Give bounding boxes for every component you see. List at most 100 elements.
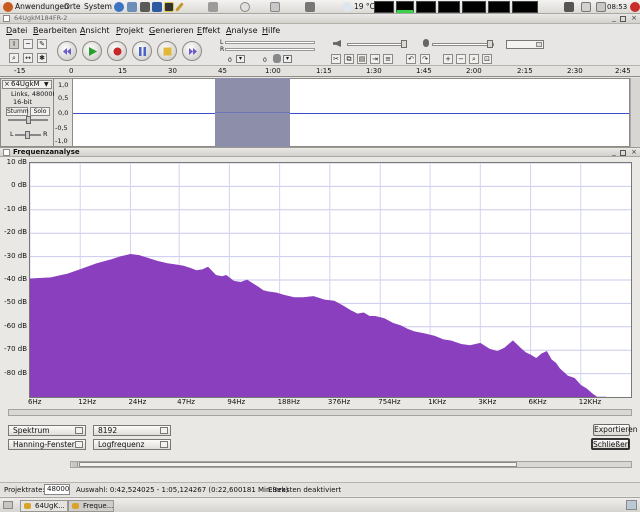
gain-thumb[interactable] [26,116,31,124]
minimize-icon[interactable]: _ [610,15,618,23]
volume-icon[interactable] [581,2,591,12]
monitor-icon[interactable] [305,2,315,12]
zoom-fit-icon[interactable]: ⊡ [482,54,492,64]
export-button[interactable]: Exportieren [593,424,638,436]
mail-icon[interactable] [127,2,137,12]
close-icon[interactable]: × [630,15,638,23]
screen-icon[interactable] [152,2,162,12]
zoom-out-icon[interactable]: − [456,54,466,64]
paste-icon[interactable]: ▤ [357,54,367,64]
trash-icon[interactable] [626,500,637,510]
pause-button[interactable] [132,41,152,61]
zoom-tool-icon[interactable]: ⌕ [9,53,19,63]
show-desktop-icon[interactable] [3,501,13,509]
folder-icon[interactable] [270,2,280,12]
weather-icon [342,2,352,12]
zoom-selection-icon[interactable]: ⌕ [469,54,479,64]
copy-icon[interactable]: ⧉ [344,54,354,64]
selection-tool-icon[interactable]: I [9,39,19,49]
track-hscrollbar[interactable] [70,461,632,468]
size-select[interactable]: 8192 [93,425,171,436]
menu-bearbeiten[interactable]: Bearbeiten [33,25,77,37]
play-button[interactable] [82,41,102,61]
temperature-label: 19 °C [354,2,375,11]
solo-button[interactable]: Solo [30,107,50,116]
input-volume-thumb[interactable] [487,40,493,48]
record-button[interactable] [107,41,127,61]
close-button[interactable]: Schließen [591,438,630,450]
output-volume-slider[interactable] [347,43,407,46]
menu-system[interactable]: System [84,1,112,13]
menu-generieren[interactable]: Generieren [149,25,194,37]
dialog-close-icon[interactable]: × [630,149,638,157]
output-volume-thumb[interactable] [401,40,407,48]
size-value: 8192 [98,426,118,435]
skip-end-icon [189,48,197,55]
hscroll-left-icon[interactable] [72,462,78,467]
active-app-icon[interactable] [164,2,174,12]
menu-effekt[interactable]: Effekt [197,25,220,37]
play-icon [89,47,97,56]
maximize-icon[interactable] [620,16,626,22]
draw-tool-icon[interactable]: ✎ [37,39,47,49]
input-source-select[interactable] [506,40,544,49]
update-icon[interactable] [596,2,606,12]
track-selection[interactable] [215,78,290,147]
gnome-foot-icon[interactable] [3,2,13,12]
track-waveform[interactable] [72,78,630,147]
dialog-maximize-icon[interactable] [620,150,626,156]
envelope-tool-icon[interactable]: ~ [23,39,33,49]
timeshift-tool-icon[interactable]: ↔ [23,53,33,63]
multi-tool-icon[interactable]: ✱ [37,53,47,63]
selection-status: Auswahl: 0:42,524025 - 1:05,124267 (0:22… [76,486,289,494]
output-meter-dropdown-icon[interactable]: ▾ [236,55,245,63]
trim-icon[interactable]: ⇥ [370,54,380,64]
network-icon[interactable] [564,2,574,12]
taskbar-item-freq[interactable]: Freque... [68,500,114,512]
editor-icon[interactable] [208,2,218,12]
axis-select[interactable]: Logfrequenz [93,439,171,450]
undo-icon[interactable]: ↶ [406,54,416,64]
power-icon[interactable] [630,2,640,12]
timeline-ruler[interactable]: -15 0 15 30 45 1:00 1:15 1:30 1:45 2:00 … [0,65,640,77]
dialog-minimize-icon[interactable]: _ [610,149,618,157]
algorithm-value: Spektrum [13,426,50,435]
menu-analyse[interactable]: Analyse [226,25,258,37]
zoom-in-icon[interactable]: + [443,54,453,64]
menu-hilfe[interactable]: Hilfe [262,25,280,37]
dialog-menu-icon[interactable] [3,149,10,156]
taskbar-item-audacity[interactable]: 64UgK... [20,500,68,512]
tool-icon[interactable] [175,2,184,12]
input-volume-slider[interactable] [432,43,494,46]
project-rate-input[interactable]: 48000 [44,484,70,495]
function-select[interactable]: Hanning-Fenster [8,439,86,450]
hscroll-thumb[interactable] [79,462,517,467]
clock[interactable]: 08:53 [607,1,627,13]
track-vertical-scrollbar[interactable] [630,78,640,147]
cut-icon[interactable]: ✂ [331,54,341,64]
plot-hscrollbar[interactable] [8,409,632,416]
y-tick-label: 0 dB [11,181,27,190]
track-name-menu[interactable]: × 64UgkM ▼ [2,80,52,89]
timeline-tick: 1:00 [265,67,281,75]
spectrum-plot[interactable] [29,162,632,398]
pan-thumb[interactable] [25,131,30,139]
redo-icon[interactable]: ↷ [420,54,430,64]
menu-applications[interactable]: Anwendungen [15,1,69,13]
browser-icon[interactable] [114,2,124,12]
menu-datei[interactable]: Datei [6,25,27,37]
menu-places[interactable]: Orte [64,1,81,13]
track-close-icon[interactable]: × [4,81,10,88]
mute-button[interactable]: Stumm [6,107,29,116]
menu-projekt[interactable]: Projekt [116,25,144,37]
silence-icon[interactable]: ≡ [383,54,393,64]
input-meter-dropdown-icon[interactable]: ▾ [283,55,292,63]
window-menu-icon[interactable] [3,15,10,22]
stop-button[interactable] [157,41,177,61]
skip-start-button[interactable] [57,41,77,61]
disk-icon[interactable] [240,2,250,12]
terminal-icon[interactable] [140,2,150,12]
algorithm-select[interactable]: Spektrum [8,425,86,436]
menu-ansicht[interactable]: Ansicht [80,25,110,37]
skip-end-button[interactable] [182,41,202,61]
